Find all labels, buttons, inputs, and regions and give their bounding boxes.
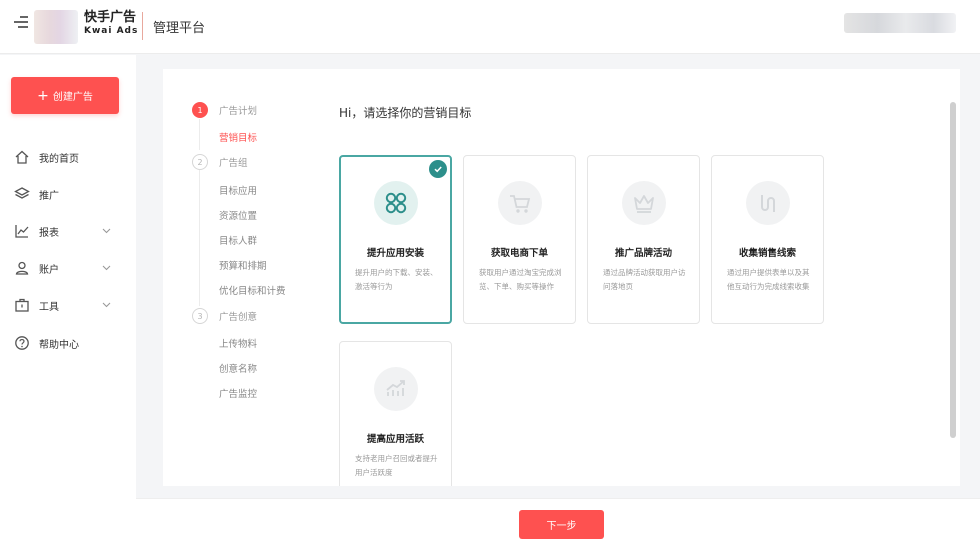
step-connector: [199, 170, 200, 306]
page-title: Hi，请选择你的营销目标: [339, 106, 472, 120]
sidebar-item-label: 帮助中心: [39, 339, 79, 351]
kwai-logo-mark: [34, 10, 78, 44]
step-title: 广告组: [219, 158, 248, 169]
step-1[interactable]: 1 广告计划: [192, 102, 257, 118]
main-panel: 1 广告计划 营销目标 2 广告组 目标应用 资源位置 目标人群 预算和排期 优…: [163, 69, 960, 486]
sidebar-item-help[interactable]: 帮助中心: [14, 333, 124, 353]
sidebar-item-label: 报表: [39, 227, 59, 239]
menu-toggle-icon[interactable]: [14, 16, 28, 30]
card-desc: 支持老用户召回或者提升用户活跃度: [355, 454, 438, 477]
chevron-down-icon: [102, 228, 111, 234]
chevron-down-icon: [102, 265, 111, 271]
sidebar: + 创建广告 我的首页 推广 报表 账户 工具 帮助中心: [0, 55, 136, 544]
logo-cn-text: 快手广告: [84, 10, 137, 25]
card-title: 收集销售线索: [738, 248, 796, 259]
cart-icon: [498, 181, 542, 225]
help-icon: [15, 336, 29, 350]
step-title: 广告创意: [219, 312, 258, 323]
top-bar: 快手广告 Kwai Ads 管理平台: [0, 0, 980, 54]
create-ad-button[interactable]: + 创建广告: [11, 77, 119, 114]
trend-icon: [374, 367, 418, 411]
sidebar-item-tools[interactable]: 工具: [14, 295, 124, 315]
step-number: 2: [192, 154, 208, 170]
card-title: 提升应用安装: [366, 248, 424, 259]
logo-divider: [142, 12, 143, 40]
card-title: 获取电商下单: [490, 248, 548, 259]
step-sub-placement[interactable]: 资源位置: [219, 208, 257, 222]
card-title: 推广品牌活动: [614, 248, 672, 259]
step-sub-target-app[interactable]: 目标应用: [219, 183, 257, 197]
footer-bar: 下一步: [136, 498, 980, 544]
step-connector: [199, 119, 200, 150]
card-desc: 通过品牌活动获取用户访问落地页: [603, 268, 686, 291]
goal-card-brand[interactable]: 推广品牌活动 通过品牌活动获取用户访问落地页: [587, 155, 700, 324]
platform-title: 管理平台: [153, 21, 206, 36]
step-sub-marketing-goal[interactable]: 营销目标: [219, 130, 257, 144]
step-sub-budget[interactable]: 预算和排期: [219, 258, 267, 272]
goal-card-leads[interactable]: 收集销售线索 通过用户提供表单以及其他互动行为完成线索收集: [711, 155, 824, 324]
plus-icon: +: [37, 87, 49, 104]
sidebar-item-account[interactable]: 账户: [14, 258, 124, 278]
step-sub-optimization[interactable]: 优化目标和计费: [219, 283, 286, 297]
card-desc: 通过用户提供表单以及其他互动行为完成线索收集: [727, 268, 810, 291]
step-sub-audience[interactable]: 目标人群: [219, 233, 257, 247]
chevron-down-icon: [102, 302, 111, 308]
sidebar-item-promotion[interactable]: 推广: [14, 184, 124, 204]
scrollbar[interactable]: [950, 102, 956, 438]
sidebar-item-label: 工具: [39, 301, 59, 313]
sidebar-item-label: 推广: [39, 190, 59, 202]
card-desc: 提升用户的下载、安装、激活等行为: [355, 268, 438, 291]
chart-icon: [15, 225, 29, 238]
goal-card-ecommerce[interactable]: 获取电商下单 获取用户通过淘宝完成浏览、下单、购买等操作: [463, 155, 576, 324]
goal-card-app-active[interactable]: 提高应用活跃 支持老用户召回或者提升用户活跃度: [339, 341, 452, 486]
home-icon: [15, 150, 29, 164]
toolbox-icon: [15, 298, 29, 312]
apps-icon: [374, 181, 418, 225]
create-ad-label: 创建广告: [52, 92, 93, 103]
step-2[interactable]: 2 广告组: [192, 154, 248, 170]
card-title: 提高应用活跃: [366, 434, 424, 445]
crown-icon: [622, 181, 666, 225]
step-number: 1: [192, 102, 208, 118]
step-number: 3: [192, 308, 208, 324]
next-step-button[interactable]: 下一步: [519, 510, 604, 539]
check-icon: [429, 160, 447, 178]
logo[interactable]: 快手广告 Kwai Ads: [84, 11, 138, 36]
sidebar-item-home[interactable]: 我的首页: [14, 147, 124, 167]
step-sub-creative-name[interactable]: 创意名称: [219, 361, 257, 375]
goal-card-app-install[interactable]: 提升应用安装 提升用户的下载、安装、激活等行为: [339, 155, 452, 324]
layers-icon: [14, 187, 30, 199]
step-sub-upload[interactable]: 上传物料: [219, 336, 257, 350]
card-desc: 获取用户通过淘宝完成浏览、下单、购买等操作: [479, 268, 562, 291]
user-icon: [15, 261, 29, 275]
sidebar-item-reports[interactable]: 报表: [14, 221, 124, 241]
step-sub-monitoring[interactable]: 广告监控: [219, 386, 257, 400]
sidebar-item-label: 我的首页: [39, 153, 79, 165]
funnel-icon: [746, 181, 790, 225]
sidebar-item-label: 账户: [39, 264, 59, 276]
step-3[interactable]: 3 广告创意: [192, 308, 257, 324]
account-info[interactable]: [844, 13, 956, 33]
step-title: 广告计划: [219, 106, 258, 117]
logo-en-text: Kwai Ads: [84, 26, 139, 36]
